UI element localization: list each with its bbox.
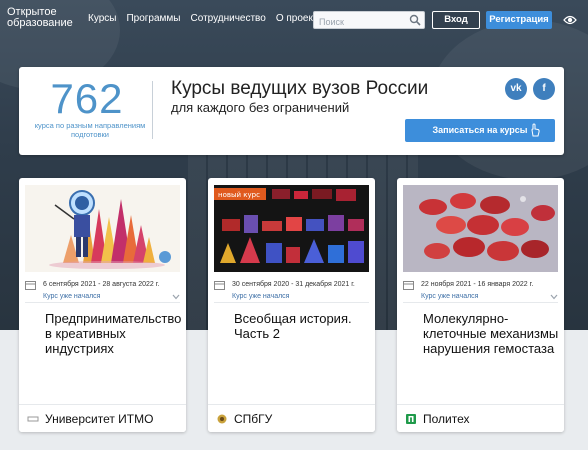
login-button[interactable]: Вход [432,11,480,29]
promo-subtitle: для каждого без ограничений [171,100,350,115]
course-title[interactable]: Молекулярно-клеточные механизмы нарушени… [423,311,563,356]
nav-links: Курсы Программы Сотрудничество О проекте [88,13,323,24]
university-name: Политех [423,412,470,426]
course-dates: 22 ноября 2021 - 16 января 2022 г. [403,279,558,291]
nav-link-courses[interactable]: Курсы [88,13,116,24]
course-status-row[interactable]: Курс уже начался [403,292,558,303]
course-status-row[interactable]: Курс уже начался [214,292,369,303]
logo-line-2: образование [7,17,73,29]
eye-icon[interactable] [563,14,577,26]
course-card[interactable]: 22 ноября 2021 - 16 января 2022 г. Курс … [397,178,564,432]
course-image-history: новый курс [214,185,369,272]
calendar-icon [25,281,36,290]
course-card[interactable]: новый курс 30 сентября 2020 - 31 декабря… [208,178,375,432]
creative-industries-illustration [25,185,180,272]
course-title[interactable]: Всеобщая история. Часть 2 [234,311,374,341]
register-button[interactable]: Регистрация [486,11,552,29]
promo-divider [152,81,153,139]
course-image-creative [25,185,180,272]
course-count: 762 [50,75,124,122]
enroll-button-label: Записаться на курсы [432,125,528,135]
course-status: Курс уже начался [43,293,101,300]
promo-title: Курсы ведущих вузов России [171,78,429,99]
search-box [313,11,425,30]
course-image-hemostasis [403,185,558,272]
course-dates: 30 сентября 2020 - 31 декабря 2021 г. [214,279,369,291]
calendar-icon [403,281,414,290]
facebook-icon[interactable]: f [533,78,555,100]
promo-panel: 762 курса по разным направлениям подгото… [19,67,564,155]
course-university[interactable]: Университет ИТМО [19,404,186,432]
course-dates-text: 6 сентября 2021 - 28 августа 2022 г. [43,281,160,288]
hand-pointer-icon [531,123,540,137]
itmo-logo-icon [27,416,39,422]
world-history-illustration: новый курс [214,185,369,272]
course-status-row[interactable]: Курс уже начался [25,292,180,303]
search-icon[interactable] [409,14,421,26]
course-card[interactable]: 6 сентября 2021 - 28 августа 2022 г. Кур… [19,178,186,432]
nav-link-programs[interactable]: Программы [126,13,180,24]
course-university[interactable]: Политех [397,404,564,432]
polytech-logo-icon [406,414,416,424]
spbgu-logo-icon [217,414,227,424]
search-input[interactable] [314,14,406,30]
university-name: СПбГУ [234,412,273,426]
nav-link-cooperation[interactable]: Сотрудничество [191,13,266,24]
chevron-down-icon[interactable] [550,294,558,300]
course-title[interactable]: Предпринимательство в креативных индустр… [45,311,185,356]
chevron-down-icon[interactable] [172,294,180,300]
course-dates-text: 22 ноября 2021 - 16 января 2022 г. [421,281,534,288]
course-dates: 6 сентября 2021 - 28 августа 2022 г. [25,279,180,291]
site-logo[interactable]: Открытое образование [7,7,79,29]
top-navigation: Открытое образование Курсы Программы Сот… [0,0,588,38]
enroll-button[interactable]: Записаться на курсы [405,119,555,142]
vk-icon[interactable]: vk [505,78,527,100]
course-status: Курс уже начался [232,293,290,300]
blood-cells-illustration [403,185,558,272]
new-course-badge: новый курс [218,191,260,199]
university-name: Университет ИТМО [45,412,154,426]
course-count-description: курса по разным направлениям подготовки [34,121,146,139]
course-status: Курс уже начался [421,293,479,300]
course-dates-text: 30 сентября 2020 - 31 декабря 2021 г. [232,281,355,288]
course-university[interactable]: СПбГУ [208,404,375,432]
calendar-icon [214,281,225,290]
